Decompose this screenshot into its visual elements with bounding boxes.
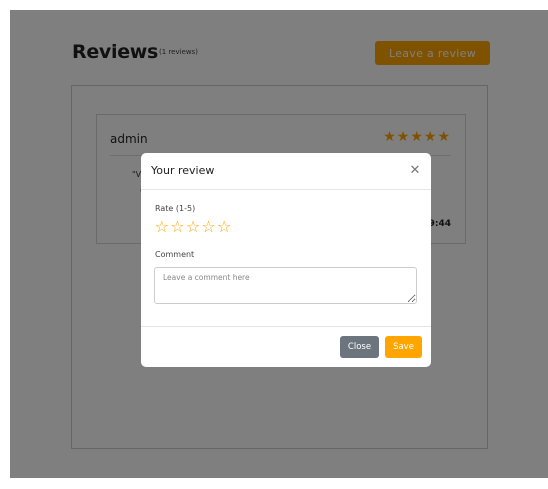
modal-header: Your review ✕: [141, 153, 431, 190]
modal-title: Your review: [151, 164, 215, 177]
star-5-icon[interactable]: ☆: [216, 218, 232, 236]
star-1-icon[interactable]: ☆: [154, 218, 170, 236]
star-2-icon[interactable]: ☆: [170, 218, 186, 236]
close-icon[interactable]: ✕: [407, 161, 423, 179]
comment-label: Comment: [155, 250, 195, 259]
review-modal: Your review ✕ Rate (1-5) ☆ ☆ ☆ ☆ ☆ Comme…: [141, 153, 431, 367]
rate-star-input: ☆ ☆ ☆ ☆ ☆: [154, 218, 232, 236]
rate-label: Rate (1-5): [155, 204, 196, 213]
comment-input[interactable]: [154, 267, 417, 304]
save-button[interactable]: Save: [385, 336, 422, 358]
modal-backdrop[interactable]: Your review ✕ Rate (1-5) ☆ ☆ ☆ ☆ ☆ Comme…: [0, 0, 548, 489]
close-button[interactable]: Close: [340, 336, 379, 358]
star-3-icon[interactable]: ☆: [185, 218, 201, 236]
star-4-icon[interactable]: ☆: [201, 218, 217, 236]
